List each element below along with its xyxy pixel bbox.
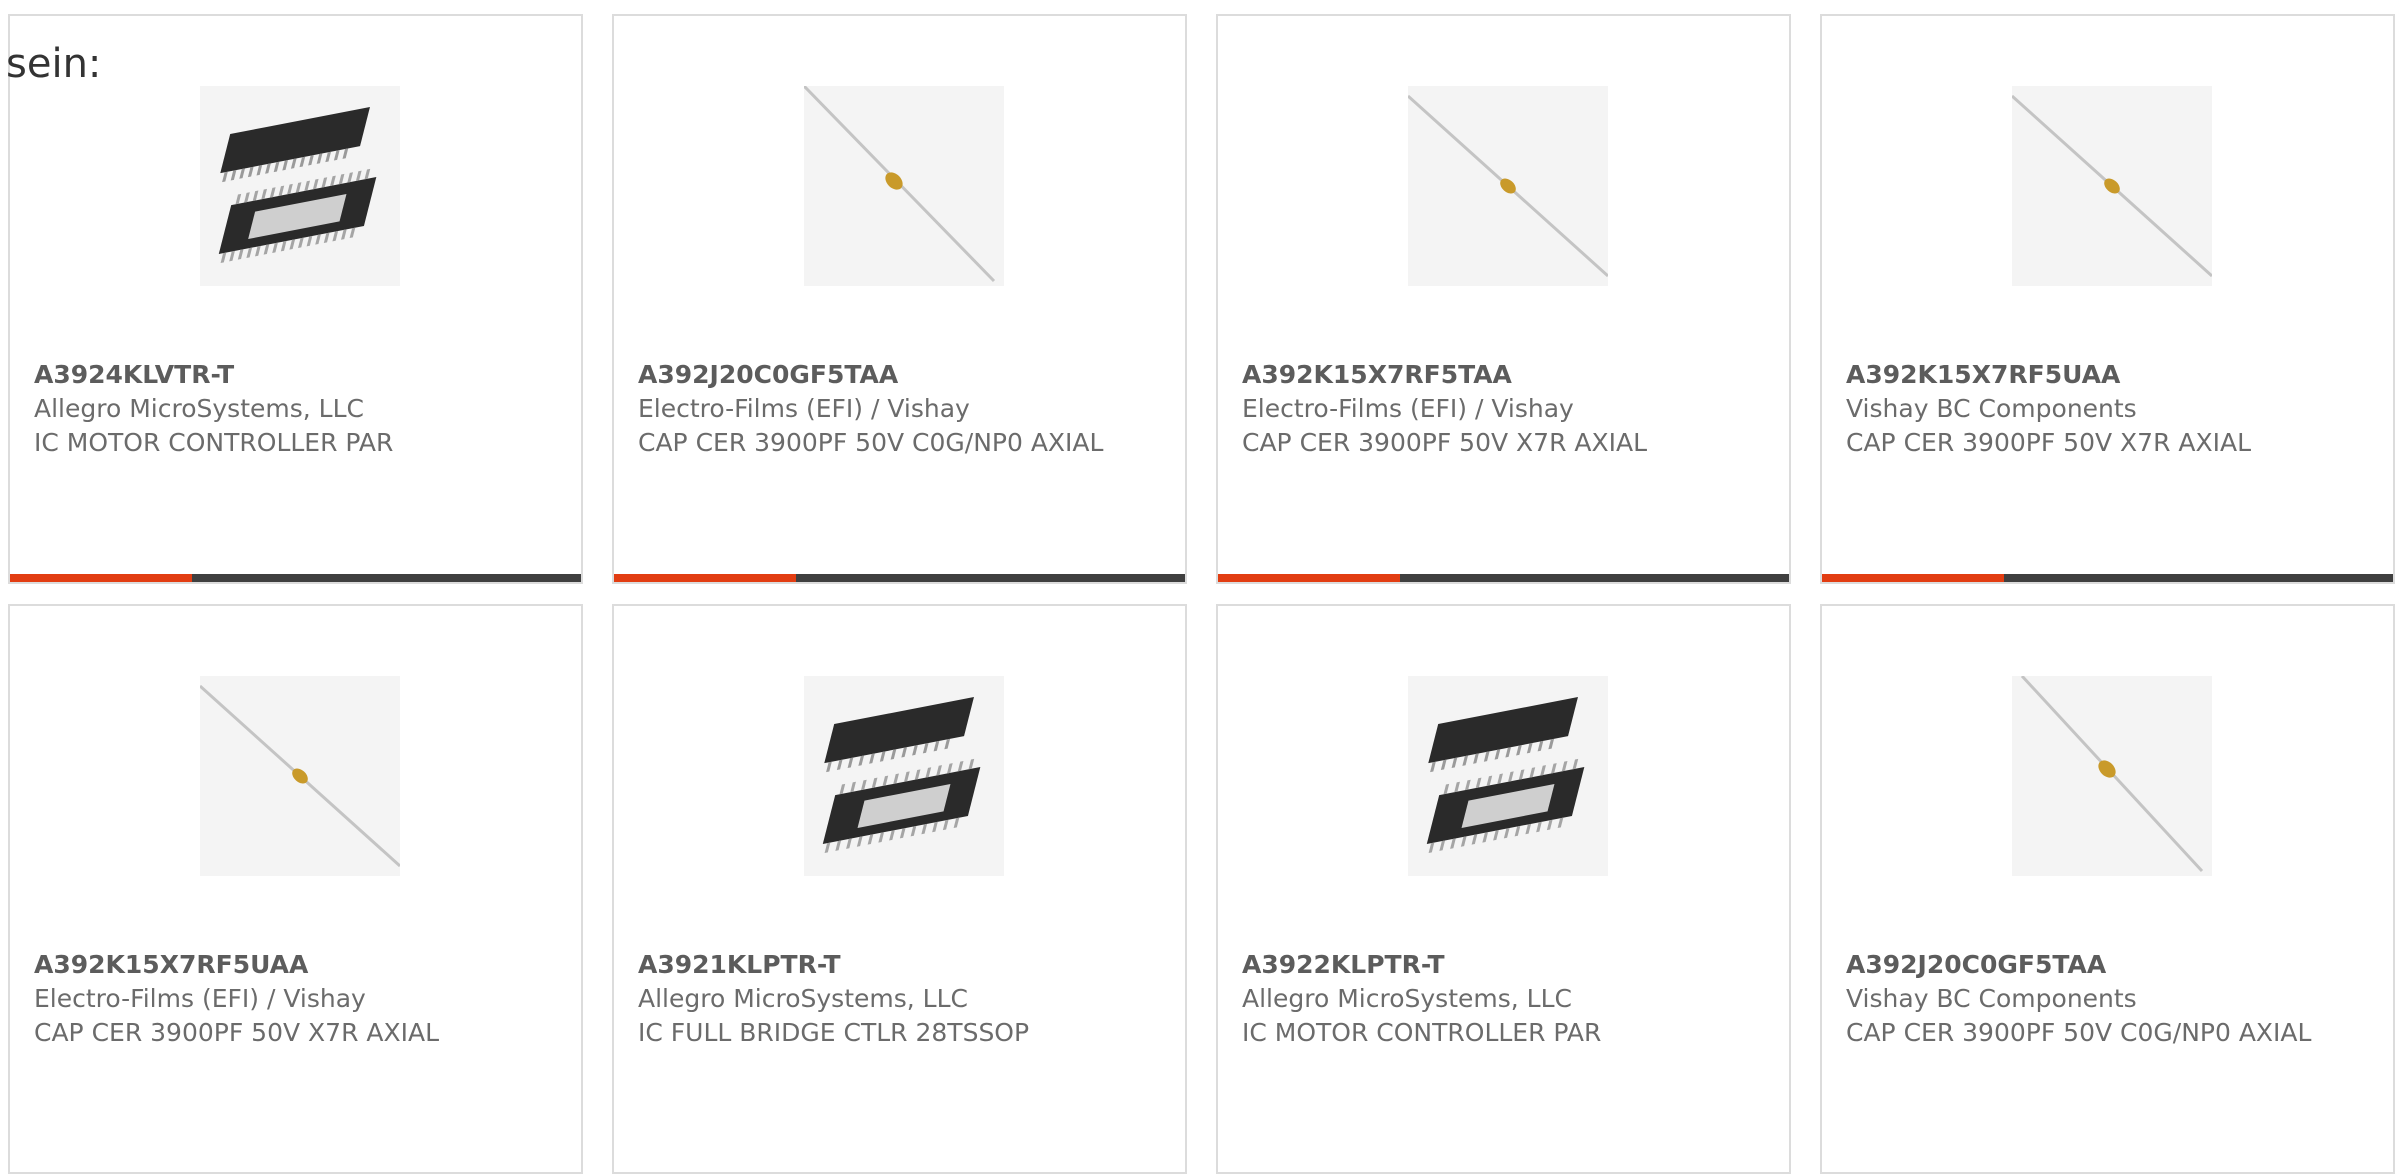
axial-capacitor-icon <box>804 86 1004 286</box>
part-number-link[interactable]: A392K15X7RF5UAA <box>1846 358 2366 392</box>
ic-chip-icon <box>1408 676 1608 876</box>
accent-bar <box>1218 574 1400 582</box>
card-footer-bar <box>10 574 581 582</box>
axial-capacitor-icon <box>2012 86 2212 286</box>
manufacturer-label: Allegro MicroSystems, LLC <box>1242 984 1572 1013</box>
part-number-link[interactable]: A392K15X7RF5TAA <box>1242 358 1762 392</box>
product-card[interactable]: A3924KLVTR-T Allegro MicroSystems, LLC I… <box>8 14 583 584</box>
product-card[interactable]: A392K15X7RF5UAA Electro-Films (EFI) / Vi… <box>8 604 583 1174</box>
intro-text: sein: <box>6 41 102 87</box>
product-card[interactable]: A3922KLPTR-T Allegro MicroSystems, LLC I… <box>1216 604 1791 1174</box>
manufacturer-label: Allegro MicroSystems, LLC <box>638 984 968 1013</box>
product-info: A392J20C0GF5TAA Vishay BC Components CAP… <box>1846 948 2366 1050</box>
part-number-link[interactable]: A392J20C0GF5TAA <box>1846 948 2366 982</box>
product-info: A3924KLVTR-T Allegro MicroSystems, LLC I… <box>34 358 554 460</box>
product-info: A392K15X7RF5UAA Electro-Films (EFI) / Vi… <box>34 948 554 1050</box>
part-number-link[interactable]: A392K15X7RF5UAA <box>34 948 554 982</box>
manufacturer-label: Vishay BC Components <box>1846 394 2137 423</box>
description-label: CAP CER 3900PF 50V C0G/NP0 AXIAL <box>638 428 1104 457</box>
product-card[interactable]: A392K15X7RF5TAA Electro-Films (EFI) / Vi… <box>1216 14 1791 584</box>
description-label: CAP CER 3900PF 50V X7R AXIAL <box>34 1018 440 1047</box>
product-card[interactable]: A392J20C0GF5TAA Electro-Films (EFI) / Vi… <box>612 14 1187 584</box>
manufacturer-label: Electro-Films (EFI) / Vishay <box>1242 394 1574 423</box>
part-number-link[interactable]: A3921KLPTR-T <box>638 948 1158 982</box>
ic-chip-icon <box>804 676 1004 876</box>
description-label: IC MOTOR CONTROLLER PAR <box>34 428 394 457</box>
description-label: CAP CER 3900PF 50V X7R AXIAL <box>1846 428 2252 457</box>
accent-bar <box>10 574 192 582</box>
ic-chip-icon <box>200 86 400 286</box>
accent-bar <box>1822 574 2004 582</box>
product-card[interactable]: A3921KLPTR-T Allegro MicroSystems, LLC I… <box>612 604 1187 1174</box>
product-card[interactable]: A392K15X7RF5UAA Vishay BC Components CAP… <box>1820 14 2395 584</box>
product-grid: A3924KLVTR-T Allegro MicroSystems, LLC I… <box>0 0 2400 1174</box>
part-number-link[interactable]: A392J20C0GF5TAA <box>638 358 1158 392</box>
axial-capacitor-icon <box>2012 676 2212 876</box>
manufacturer-label: Allegro MicroSystems, LLC <box>34 394 364 423</box>
description-label: CAP CER 3900PF 50V C0G/NP0 AXIAL <box>1846 1018 2312 1047</box>
manufacturer-label: Electro-Films (EFI) / Vishay <box>34 984 366 1013</box>
manufacturer-label: Vishay BC Components <box>1846 984 2137 1013</box>
part-number-link[interactable]: A3922KLPTR-T <box>1242 948 1762 982</box>
card-footer-bar <box>614 574 1185 582</box>
product-card[interactable]: A392J20C0GF5TAA Vishay BC Components CAP… <box>1820 604 2395 1174</box>
product-info: A3921KLPTR-T Allegro MicroSystems, LLC I… <box>638 948 1158 1050</box>
part-number-link[interactable]: A3924KLVTR-T <box>34 358 554 392</box>
axial-capacitor-icon <box>1408 86 1608 286</box>
product-info: A3922KLPTR-T Allegro MicroSystems, LLC I… <box>1242 948 1762 1050</box>
card-footer-bar <box>1822 574 2393 582</box>
product-info: A392K15X7RF5UAA Vishay BC Components CAP… <box>1846 358 2366 460</box>
product-info: A392J20C0GF5TAA Electro-Films (EFI) / Vi… <box>638 358 1158 460</box>
product-info: A392K15X7RF5TAA Electro-Films (EFI) / Vi… <box>1242 358 1762 460</box>
axial-capacitor-icon <box>200 676 400 876</box>
description-label: IC MOTOR CONTROLLER PAR <box>1242 1018 1602 1047</box>
description-label: IC FULL BRIDGE CTLR 28TSSOP <box>638 1018 1030 1047</box>
description-label: CAP CER 3900PF 50V X7R AXIAL <box>1242 428 1648 457</box>
manufacturer-label: Electro-Films (EFI) / Vishay <box>638 394 970 423</box>
card-footer-bar <box>1218 574 1789 582</box>
accent-bar <box>614 574 796 582</box>
